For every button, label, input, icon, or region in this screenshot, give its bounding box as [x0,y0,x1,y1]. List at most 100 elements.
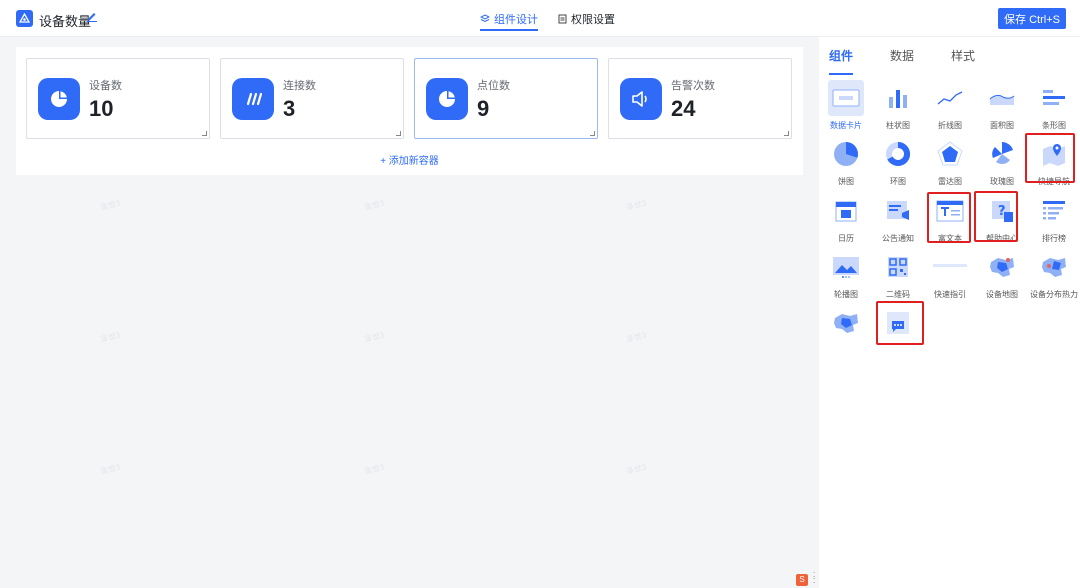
rich-text-icon [932,193,968,229]
map-pin-icon [1036,136,1072,172]
stat-label: 告警次数 [671,80,715,92]
resize-handle[interactable] [784,131,789,136]
dashboard-container[interactable]: 设备数 10 连接数 3 点位数 9 告警次数 24 + 添加新容器 [16,47,803,175]
panel-tab-style[interactable]: 样式 [951,47,975,75]
save-button[interactable]: 保存 Ctrl+S [998,8,1066,29]
line-chart-icon [932,80,968,116]
component-label: 轮播图 [834,290,858,299]
component-label: 玫瑰图 [990,177,1014,186]
area-chart-icon [984,80,1020,116]
component-rose[interactable]: 玫瑰图 [976,136,1028,188]
rose-icon [984,136,1020,172]
component-label: 日历 [838,234,854,243]
map-icon [828,305,864,341]
component-quick-nav[interactable]: 快捷导航 [1028,136,1080,188]
page-title: 设备数量 [39,14,92,29]
component-carousel[interactable]: 轮播图 [820,249,872,301]
carousel-icon [828,249,864,285]
watermark-text: 泽世3 [363,330,386,345]
component-qrcode[interactable]: 二维码 [872,249,924,301]
layers-icon [480,13,490,22]
component-data-card[interactable]: 数据卡片 [820,80,872,132]
device-map-icon [984,249,1020,285]
horizontal-bar-icon [1036,80,1072,116]
slashes-icon [232,78,274,120]
stat-value: 3 [283,96,296,121]
watermark-text: 泽世3 [363,198,386,213]
component-quick-guide[interactable]: 快速指引 [924,249,976,301]
watermark-text: 泽世3 [363,462,386,477]
component-label: 雷达图 [938,177,962,186]
component-label: 设备地图 [986,290,1018,299]
bar-chart-icon [880,80,916,116]
ranking-icon [1036,193,1072,229]
component-area-chart[interactable]: 面积图 [976,80,1028,132]
stat-value: 9 [477,96,490,121]
component-chat[interactable] [872,305,924,357]
more-dots-icon[interactable]: ⁚ ⁚ [813,572,815,585]
stat-card-points[interactable]: 点位数 9 [414,58,598,139]
component-heat-map[interactable]: 设备分布热力 [1028,249,1080,301]
watermark-text: 泽世3 [99,198,122,213]
stat-card-alarms[interactable]: 告警次数 24 [608,58,792,139]
component-label: 折线图 [938,121,962,130]
panel-tab-components[interactable]: 组件 [829,47,854,75]
stat-card-devices[interactable]: 设备数 10 [26,58,210,139]
edit-title-icon[interactable] [86,10,100,24]
component-device-map[interactable]: 设备地图 [976,249,1028,301]
component-radar[interactable]: 雷达图 [924,136,976,188]
resize-handle[interactable] [590,131,595,136]
component-label: 环图 [890,177,906,186]
watermark-text: 泽世3 [625,198,648,213]
resize-handle[interactable] [396,131,401,136]
component-label: 帮助中心 [986,234,1018,243]
component-label: 饼图 [838,177,854,186]
input-method-icon[interactable]: S [796,574,808,586]
resize-handle[interactable] [202,131,207,136]
watermark-text: 泽世3 [99,462,122,477]
component-label: 排行榜 [1042,234,1066,243]
tab-permission-settings[interactable]: 权限设置 [558,0,615,37]
add-container-button[interactable]: + 添加新容器 [16,152,803,167]
component-calendar[interactable]: 日历 [820,193,872,245]
announcement-icon [880,193,916,229]
component-ranking[interactable]: 排行榜 [1028,193,1080,245]
component-bar-chart[interactable]: 柱状图 [872,80,924,132]
pie-chart-icon [426,78,468,120]
stat-value: 24 [671,96,696,121]
calendar-icon [828,193,864,229]
component-pie[interactable]: 饼图 [820,136,872,188]
tab-component-design[interactable]: 组件设计 [480,0,538,37]
stat-value: 10 [89,96,114,121]
watermark-text: 泽世3 [625,330,648,345]
heat-map-icon [1036,249,1072,285]
component-label: 设备分布热力 [1030,290,1078,299]
app-logo-icon [16,10,33,27]
top-bar: 设备数量 组件设计 权限设置 保存 Ctrl+S [0,0,1080,37]
component-label: 二维码 [886,290,910,299]
watermark-text: 泽世3 [99,330,122,345]
tab-label: 权限设置 [571,13,615,26]
pie-chart-icon [38,78,80,120]
component-map[interactable] [820,305,872,357]
radar-icon [932,136,968,172]
component-label: 快速指引 [934,290,966,299]
watermark-text: 泽世3 [625,462,648,477]
component-horizontal-bar[interactable]: 条形图 [1028,80,1080,132]
component-label: 条形图 [1042,121,1066,130]
stat-card-connections[interactable]: 连接数 3 [220,58,404,139]
pie-icon [828,136,864,172]
component-rich-text[interactable]: 富文本 [924,193,976,245]
stat-label: 连接数 [283,80,316,92]
component-announcement[interactable]: 公告通知 [872,193,924,245]
component-label: 公告通知 [882,234,914,243]
component-donut[interactable]: 环图 [872,136,924,188]
component-help-center[interactable]: ? 帮助中心 [976,193,1028,245]
speaker-icon [620,78,662,120]
component-label: 柱状图 [886,121,910,130]
component-panel: 组件 数据 样式 数据卡片 柱状图 折线图 面积图 条形图 饼图 环图 雷达图 … [819,37,1080,588]
donut-icon [880,136,916,172]
data-card-icon [828,80,864,116]
component-line-chart[interactable]: 折线图 [924,80,976,132]
panel-tab-data[interactable]: 数据 [890,47,914,75]
